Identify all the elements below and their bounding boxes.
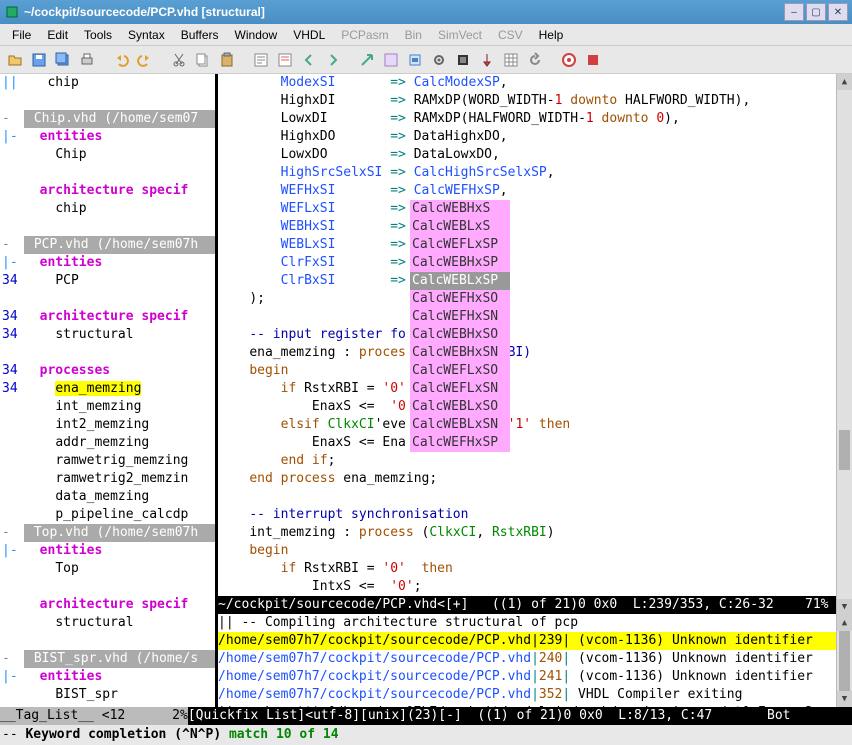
menu-file[interactable]: File [4,26,39,44]
completion-item[interactable]: CalcWEBLxSN [410,416,510,434]
menu-window[interactable]: Window [227,26,286,44]
completion-item[interactable]: CalcWEBHxSO [410,326,510,344]
menu-vhdl[interactable]: VHDL [285,26,333,44]
jump-icon[interactable] [356,49,378,71]
scroll-down-icon[interactable]: ▼ [837,599,852,615]
cut-icon[interactable] [168,49,190,71]
completion-item[interactable]: CalcWEBHxSN [410,344,510,362]
paste-icon[interactable] [216,49,238,71]
completion-popup[interactable]: CalcWEBHxS CalcWEBLxS CalcWEFLxSP CalcWE… [410,200,510,452]
code-editor[interactable]: ModexSI => CalcModexSP, HighxDI => RAMxD… [218,74,836,707]
minimize-button[interactable]: – [784,3,804,21]
qf-line-selected[interactable]: /home/sem07h7/cockpit/sourcecode/PCP.vhd… [218,632,836,650]
qf-line[interactable]: /home/sem07h7/cockpit/sourcecode/PCP.vhd… [218,650,836,668]
menu-tools[interactable]: Tools [76,26,120,44]
statusline-bottom: __Tag_List__ <12 2%[Quickfix List]<utf-8… [0,707,852,725]
scroll-up-icon[interactable]: ▲ [837,74,852,90]
qf-line[interactable]: /home/sem07h7/cockpit/sourcecode/PCP.vhd… [218,668,836,686]
find-icon[interactable] [250,49,272,71]
menu-bin[interactable]: Bin [397,26,430,44]
qf-line[interactable]: || -- Compiling architecture structural … [218,614,836,632]
tag-data-memzing[interactable]: data_memzing [24,488,215,506]
tag-ena-memzing[interactable]: ena_memzing [24,380,215,398]
qf-line[interactable]: || gmake: *** [/home/sem07h7/cockpit/mod… [218,704,836,707]
menu-buffers[interactable]: Buffers [173,26,227,44]
completion-item-selected[interactable]: CalcWEBLxSP [410,272,510,290]
copy-icon[interactable] [192,49,214,71]
pin-icon[interactable] [476,49,498,71]
saveall-icon[interactable] [52,49,74,71]
replace-icon[interactable] [274,49,296,71]
quickfix-window[interactable]: || -- Compiling architecture structural … [218,614,836,707]
close-button[interactable]: ✕ [828,3,848,21]
completion-item[interactable]: CalcWEFHxSP [410,434,510,452]
scroll-down-icon[interactable]: ▼ [837,691,852,707]
save-icon[interactable] [28,49,50,71]
window-buttons: – ▢ ✕ [784,3,848,21]
menu-simvect[interactable]: SimVect [430,26,490,44]
tag-addr-memzing[interactable]: addr_memzing [24,434,215,452]
gear-icon[interactable] [428,49,450,71]
maximize-button[interactable]: ▢ [806,3,826,21]
statusline-main: ~/cockpit/sourcecode/PCP.vhd<[+] ((1) of… [218,596,836,614]
qf-line[interactable]: /home/sem07h7/cockpit/sourcecode/PCP.vhd… [218,686,836,704]
file-header-top[interactable]: Top.vhd (/home/sem07h [24,524,215,542]
completion-item[interactable]: CalcWEFLxSN [410,380,510,398]
completion-item[interactable]: CalcWEBHxS [410,200,510,218]
next-icon[interactable] [322,49,344,71]
stop-icon[interactable] [582,49,604,71]
redo-icon[interactable] [134,49,156,71]
grid-icon[interactable] [500,49,522,71]
film-icon[interactable] [452,49,474,71]
open-icon[interactable] [4,49,26,71]
menu-help[interactable]: Help [531,26,572,44]
tag-pipeline[interactable]: p_pipeline_calcdp [24,506,215,524]
app-icon [4,4,20,20]
file-header-bist[interactable]: BIST_spr.vhd (/home/s [24,650,215,668]
completion-item[interactable]: CalcWEBLxS [410,218,510,236]
menu-csv[interactable]: CSV [490,26,531,44]
completion-item[interactable]: CalcWEFHxSN [410,308,510,326]
completion-item[interactable]: CalcWEFLxSP [410,236,510,254]
undo-icon[interactable] [110,49,132,71]
backref-icon[interactable] [524,49,546,71]
menubar: File Edit Tools Syntax Buffers Window VH… [0,24,852,46]
window-title: ~/cockpit/sourcecode/PCP.vhd [structural… [24,5,784,19]
fold-gutter[interactable]: || - |- - |- 34 34 34 34 34 - |- - |- [0,74,24,707]
completion-item[interactable]: CalcWEFHxSO [410,290,510,308]
help-icon[interactable] [558,49,580,71]
menu-syntax[interactable]: Syntax [120,26,173,44]
menu-pcpasm[interactable]: PCPasm [333,26,396,44]
make-icon[interactable] [404,49,426,71]
scroll-up-icon[interactable]: ▲ [837,615,852,631]
print-icon[interactable] [76,49,98,71]
tag-int-memzing[interactable]: int_memzing [24,398,215,416]
tag-int2-memzing[interactable]: int2_memzing [24,416,215,434]
editor-area: || - |- - |- 34 34 34 34 34 - |- - |- ch… [0,74,852,707]
tags-icon[interactable] [380,49,402,71]
completion-item[interactable]: CalcWEBLxSO [410,398,510,416]
titlebar: ~/cockpit/sourcecode/PCP.vhd [structural… [0,0,852,24]
completion-item[interactable]: CalcWEFLxSO [410,362,510,380]
command-line[interactable]: -- Keyword completion (^N^P) match 10 of… [0,725,852,745]
menu-edit[interactable]: Edit [39,26,76,44]
file-header-pcp[interactable]: PCP.vhd (/home/sem07h [24,236,215,254]
toolbar [0,46,852,74]
taglist-sidebar[interactable]: chip Chip.vhd (/home/sem07 entities Chip… [24,74,218,707]
scrollbar[interactable]: ▲ ▼ ▲ ▼ [836,74,852,707]
completion-item[interactable]: CalcWEBHxSP [410,254,510,272]
prev-icon[interactable] [298,49,320,71]
tag-ramwetrig2[interactable]: ramwetrig2_memzin [24,470,215,488]
file-header-chip[interactable]: Chip.vhd (/home/sem07 [24,110,215,128]
tag-ramwetrig[interactable]: ramwetrig_memzing [24,452,215,470]
